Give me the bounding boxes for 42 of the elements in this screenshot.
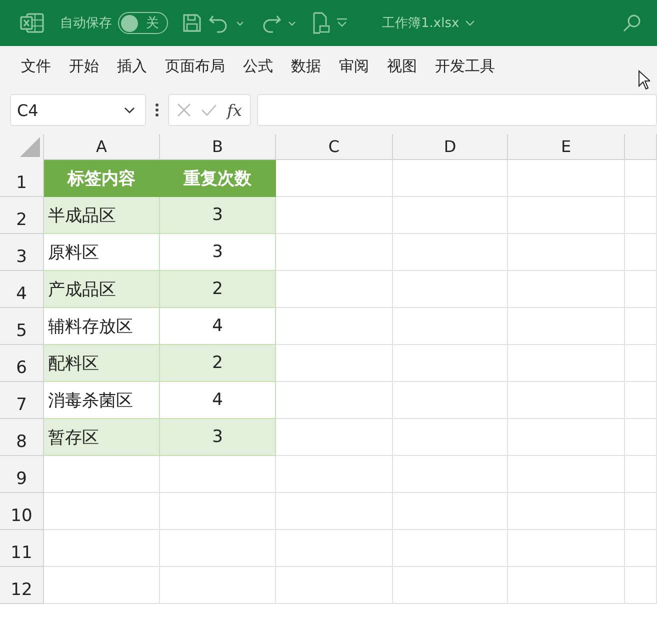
table-cell: 4 (160, 308, 276, 345)
search-icon[interactable] (623, 14, 641, 32)
table-cell: 配料区 (44, 345, 160, 382)
spreadsheet-app-icon (20, 13, 44, 33)
ribbon-tab[interactable]: 审阅 (330, 56, 378, 76)
dropdown-icon (124, 106, 135, 114)
table-cell: 辅料存放区 (44, 308, 160, 345)
ribbon-tab[interactable]: 插入 (108, 56, 156, 76)
table-cell: 3 (160, 419, 276, 456)
caret-icon[interactable] (465, 20, 476, 26)
ribbon-tab[interactable]: 视图 (378, 56, 426, 76)
ribbon-tab[interactable]: 页面布局 (156, 56, 234, 76)
table-cell: 原料区 (44, 234, 160, 271)
formula-input[interactable] (256, 94, 657, 126)
table-cell: 暂存区 (44, 419, 160, 456)
ribbon-tab[interactable]: 数据 (282, 56, 330, 76)
table-cell: 产成品区 (44, 271, 160, 308)
ribbon-tab[interactable]: 文件 (12, 56, 60, 76)
table-cell: 3 (160, 197, 276, 234)
customize-toolbar-icon[interactable] (336, 18, 348, 28)
caret-icon[interactable] (288, 20, 296, 26)
table-cell: 3 (160, 234, 276, 271)
check-icon[interactable] (201, 104, 217, 116)
caret-icon[interactable] (236, 20, 244, 26)
ribbon-tab[interactable]: 公式 (234, 56, 282, 76)
cancel-icon[interactable] (177, 103, 191, 117)
insert-function-button[interactable]: fx (227, 100, 242, 120)
ribbon-tab[interactable]: 开发工具 (426, 56, 504, 76)
select-all-icon[interactable] (20, 137, 40, 157)
more-icon[interactable] (155, 103, 159, 117)
table-cell: 消毒杀菌区 (44, 382, 160, 419)
table-cell: 2 (160, 345, 276, 382)
table-cell: 半成品区 (44, 197, 160, 234)
ribbon-tab[interactable]: 开始 (60, 56, 108, 76)
save-icon[interactable] (182, 13, 202, 33)
name-box[interactable]: C4 (10, 94, 146, 126)
autosave-label: 自动保存 (60, 15, 112, 32)
table-cell: 4 (160, 382, 276, 419)
header-cell: 标签内容 (44, 160, 160, 197)
header-cell: 重复次数 (160, 160, 276, 197)
table-cell: 2 (160, 271, 276, 308)
print-preview-icon[interactable] (312, 12, 330, 34)
